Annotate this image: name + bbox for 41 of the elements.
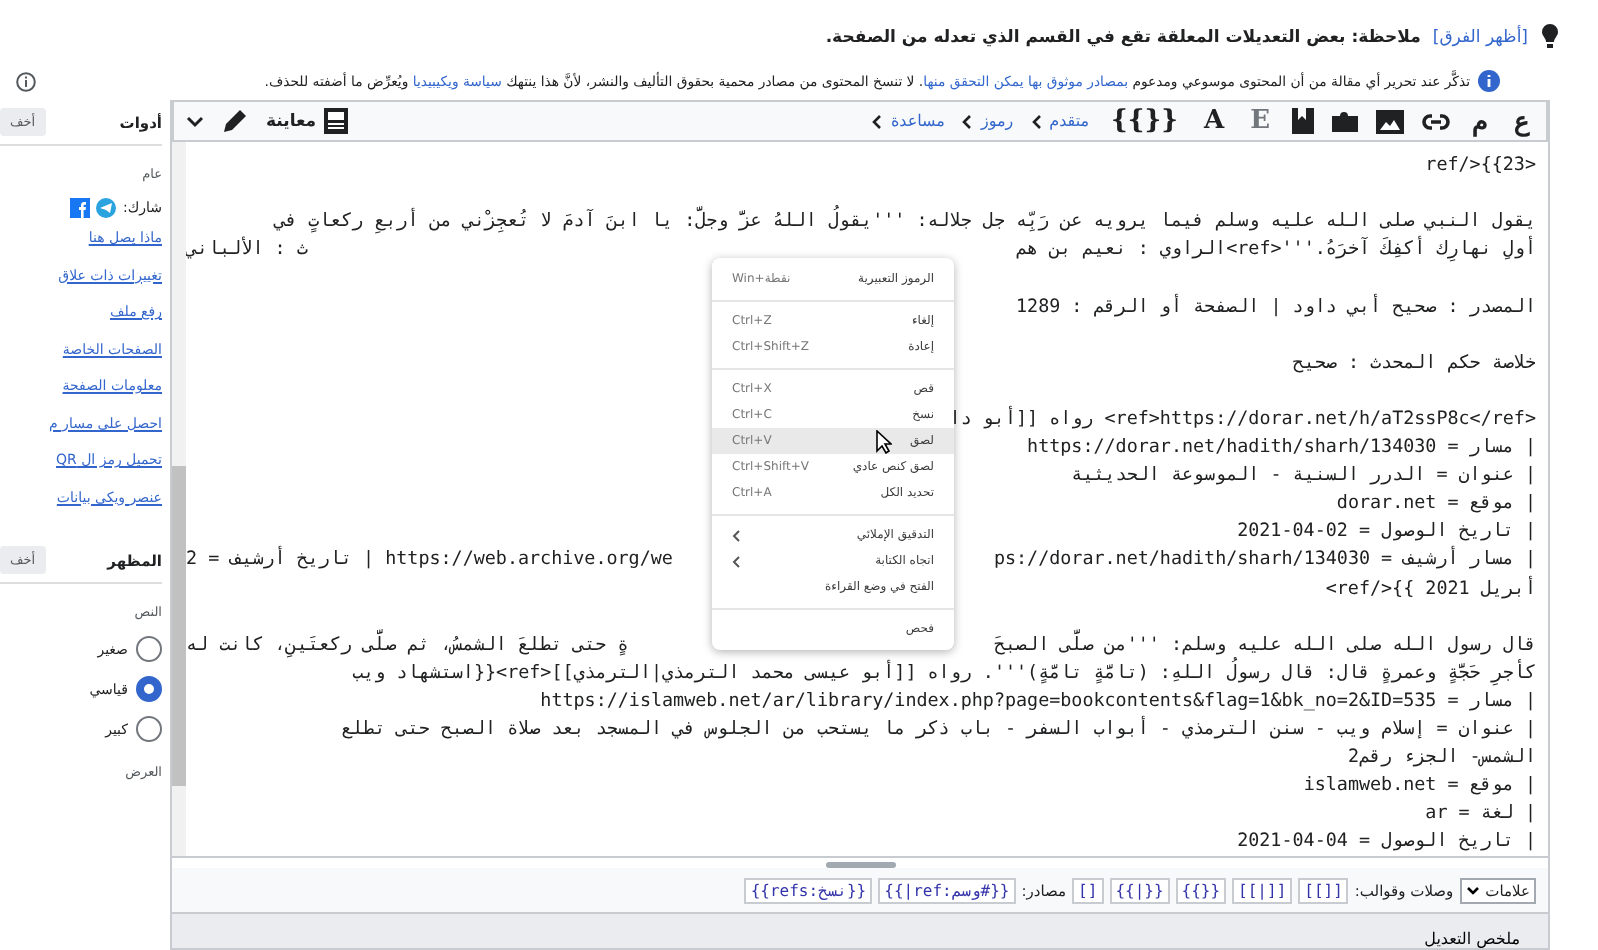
toolbar-menu[interactable]: رموز bbox=[962, 112, 1014, 131]
insert-button[interactable]: [[|]] bbox=[1232, 877, 1293, 903]
insert-button[interactable]: {{نسخ:refs}} bbox=[744, 877, 873, 903]
code-line: الشمس- الجزء رقم2 bbox=[1347, 744, 1536, 773]
code-line: يقول النبي صلى الله عليه وسلم فيما يرويه عن رَبِّه جل جلاله: '''يقولُ اللهُ عزَّ وجلَّ: يا ابنَ آدمَ لا تُعجِزْني من أربعِ ركعاتٍ في bbox=[274, 208, 1536, 237]
code-line: خلاصة حكم المحدث : صحيح bbox=[1292, 349, 1536, 378]
code-line: | مسار = https://islamweb.net/ar/library/index.php?page=bookcontents&flag=1&bk_no=2&ID=535 bbox=[540, 687, 1536, 715]
insert-button[interactable]: {{}} bbox=[1175, 877, 1227, 903]
toolbar-button[interactable]: E bbox=[1246, 106, 1274, 137]
insert-button[interactable]: {{|}} bbox=[1109, 877, 1170, 903]
code-line: <ref/>{{23 bbox=[1425, 152, 1536, 181]
italic-button[interactable]: م bbox=[1468, 105, 1492, 138]
notice-text: ملاحظة: بعض التعديلات المعلقة تقع في القسم الذي تعدله من الصفحة. bbox=[825, 27, 1421, 47]
insert-button[interactable]: [] bbox=[1072, 877, 1104, 903]
insert-button[interactable]: [[]] bbox=[1298, 877, 1349, 903]
code-line: https://web.archive.org/we | تاريخ أرشيف = 2 bbox=[186, 546, 673, 575]
toolbar-button[interactable]: {{}} bbox=[1107, 106, 1182, 137]
toolbar-menu[interactable]: متقدم bbox=[1031, 112, 1090, 131]
show-diff-link[interactable]: [أظهر الفرق] bbox=[1432, 27, 1528, 47]
code-line: | موقع = islamweb.net bbox=[1303, 772, 1536, 801]
code-line: المصدر : صحيح أبي داود | الصفحة أو الرقم : 1289 bbox=[1016, 293, 1536, 322]
code-line: قال رسول الله صلى الله عليه وسلم: '''من صلَّى الصبحَ bbox=[993, 631, 1536, 657]
code-line: ةٍ حتى تطلعَ الشمسُ، ثم صلَّى ركعتَينِ، كانت له bbox=[186, 631, 629, 660]
code-line: | مسار = https://dorar.net/hadith/sharh/134030 bbox=[1027, 434, 1536, 463]
code-line: | مسار أرشيف = ps://dorar.net/hadith/sharh/134030 bbox=[993, 546, 1536, 575]
toolbar-button[interactable]: A bbox=[1199, 106, 1229, 137]
code-line: <ref>https://dorar.net/h/aT2ssP8c</ref> رواه [[أبو دا bbox=[949, 405, 1536, 434]
code-line: | تاريخ الوصول = 02-04-2021 bbox=[1237, 518, 1536, 545]
code-line: | عنوان = الدرر السنية - الموسوعة الحديثية bbox=[1071, 462, 1536, 491]
insert-button[interactable]: {{#وسم:ref|}} bbox=[878, 877, 1016, 903]
code-line: كأجرِ حَجَّةٍ وعمرةٍ قال: قال رسولُ اللهِ: (تامَّةٍ تامَّةٍ)'''. رواه [[أبو عيسى محمد الترمذي|الترمذي]]<ref>{{استشهاد ويب bbox=[352, 659, 1536, 688]
summary-label: ملخص التعديل bbox=[1424, 930, 1520, 948]
code-line: | موقع = dorar.net bbox=[1336, 490, 1536, 519]
preview-button[interactable]: معاينة bbox=[266, 108, 349, 135]
code-line: | لغة = ar bbox=[1425, 800, 1536, 829]
bold-button[interactable]: ع bbox=[1510, 105, 1534, 138]
toolbar-menu[interactable]: مساعدة bbox=[872, 112, 945, 131]
code-line: | عنوان = إسلام ويب - سنن الترمذي - أبواب السفر - باب ذكر ما يستحب من الجلوس في المسجد بعد صلاة الصبح حتى تطلع bbox=[341, 716, 1536, 744]
code-line: | تاريخ الوصول = 04-04-2021 bbox=[1237, 828, 1536, 857]
code-line: أبريل 2021 }}</ref> bbox=[1325, 575, 1536, 604]
code-line: أولِ نهارِك أكفِكَ آخرَهُ.'''<ref>الراوي : نعيم بن هم bbox=[1015, 236, 1536, 265]
